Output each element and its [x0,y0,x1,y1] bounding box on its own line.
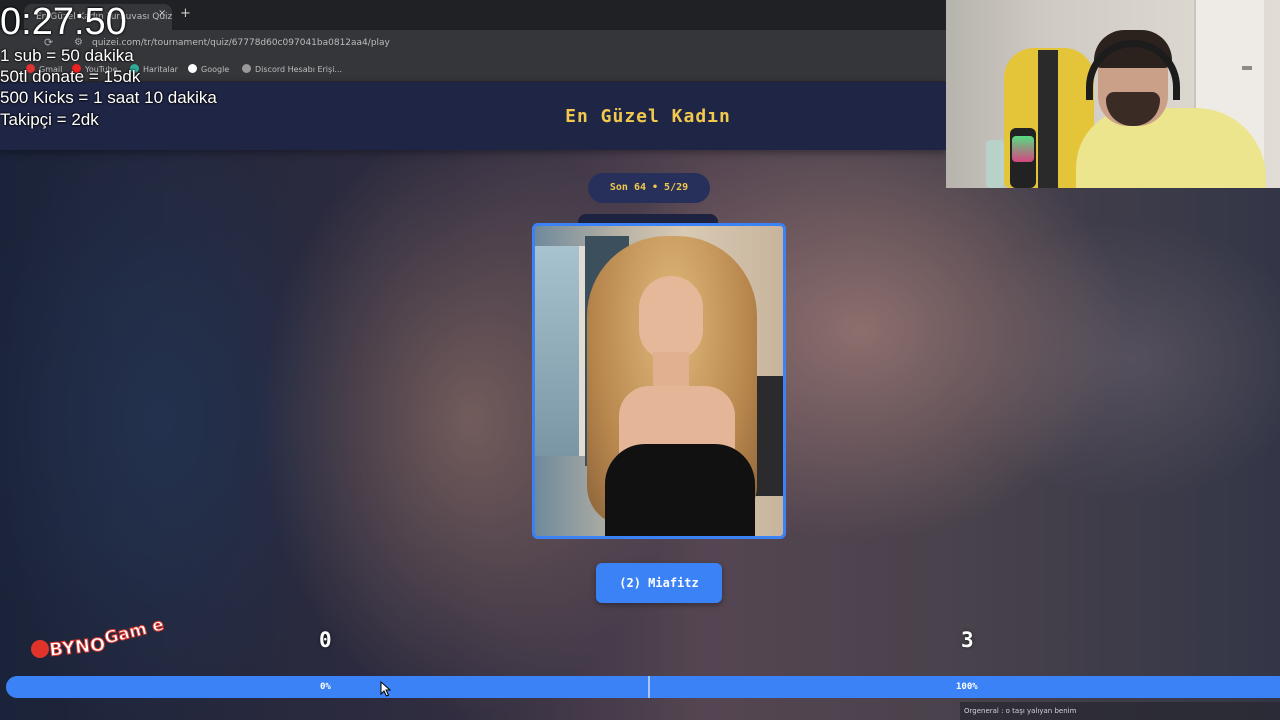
chat-message: Orgeneral : o taşı yalıyan benim [960,702,1280,720]
progress-label-right: 100% [956,682,978,692]
browser-tab-bar: En Güzel Kadın Turnuvası Quizei Kör Sı ×… [0,0,946,30]
url-text[interactable]: quizei.com/tr/tournament/quiz/67778d60c0… [92,38,390,48]
new-tab-icon[interactable]: + [180,6,191,21]
address-bar[interactable]: ⟳ ⚙ quizei.com/tr/tournament/quiz/67778d… [0,30,946,56]
score-left: 0 [319,628,332,652]
webcam-door-handle [1242,66,1252,70]
candidate-face [639,276,703,360]
webcam-chair-stripe [1038,50,1058,188]
mouse-cursor-icon [380,681,392,697]
microphone-light [1012,136,1034,162]
candidate-bg-window [535,246,585,456]
globe-icon [242,64,251,73]
webcam-bottle [986,140,1004,188]
round-badge: Son 64 • 5/29 [588,173,710,203]
choose-candidate-button[interactable]: (2) Miafitz [596,563,722,603]
logo-text-accent: Gam e [102,615,166,649]
progress-divider [648,676,650,698]
overlay-rule: Takipçi = 2dk [0,110,99,129]
bookmarks-bar: Gmail YouTube Haritalar Google Discord H… [0,56,946,82]
progress-label-left: 0% [320,682,331,692]
overlay-rule: 500 Kicks = 1 saat 10 dakika [0,88,217,107]
score-right: 3 [961,628,974,652]
stream-timer: 0:27:50 [0,1,127,43]
candidate-image-card[interactable] [532,223,786,539]
vote-progress-bar [6,676,1280,698]
google-icon [188,64,197,73]
flame-icon [31,640,49,658]
bookmark-google[interactable]: Google [188,64,229,74]
stream-frame: En Güzel Kadın Turnuvası Quizei Kör Sı ×… [0,0,1280,720]
byno-game-logo: BYNO Gam e [31,614,167,661]
logo-text-main: BYNO [48,634,106,661]
overlay-rule: 1 sub = 50 dakika [0,46,134,65]
bookmark-discord[interactable]: Discord Hesabı Erişi... [242,64,342,74]
tab-close-icon[interactable]: × [158,8,166,19]
candidate-top [605,444,755,536]
overlay-rule: 50tl donate = 15dk [0,67,141,86]
webcam-feed [946,0,1280,188]
